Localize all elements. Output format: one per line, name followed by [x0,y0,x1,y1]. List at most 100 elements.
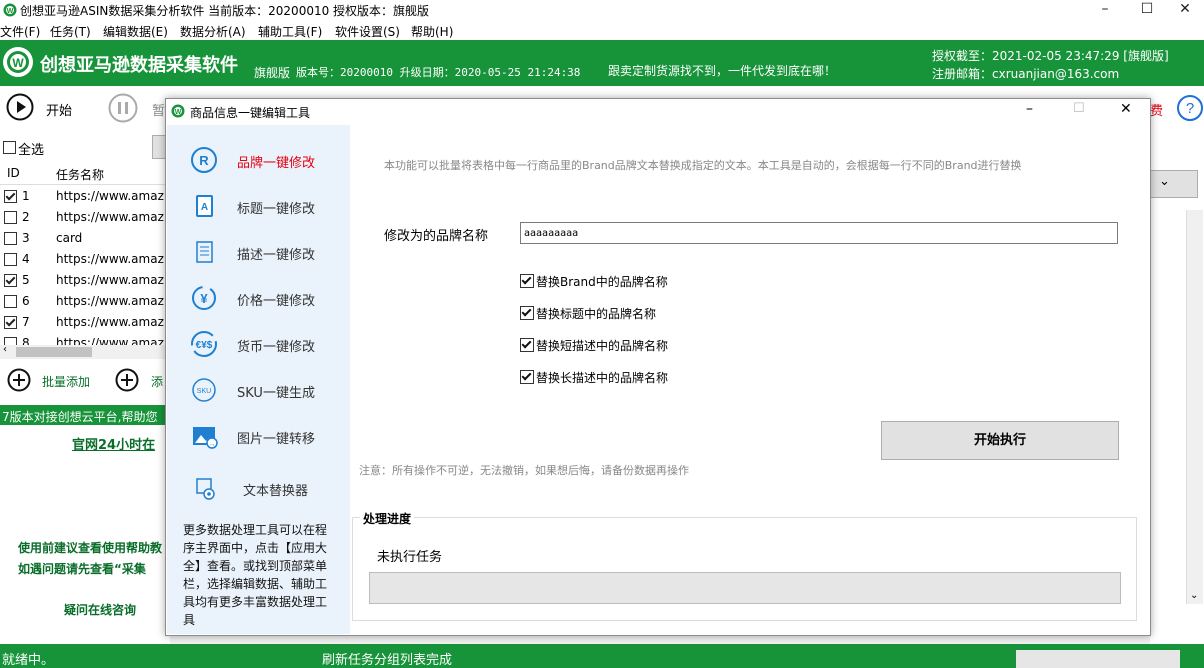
banner-logo-text: 创想亚马逊数据采集软件 [40,55,238,76]
menu-data-analysis[interactable]: 数据分析(A) [180,23,246,40]
dialog-minimize-button[interactable]: – [1026,101,1033,117]
row-id: 5 [22,273,30,287]
table-row[interactable]: 3 card [0,228,165,249]
dialog-close-button[interactable]: ✕ [1120,101,1132,117]
official-site-link[interactable]: 官网24小时在 [72,434,155,453]
horizontal-scrollbar[interactable]: ‹ [0,344,165,359]
sidebar-item-0[interactable]: R 品牌一键修改 [167,141,350,181]
select-all-checkbox[interactable] [3,141,16,154]
start-button[interactable] [6,93,34,121]
table-row[interactable]: 4 https://www.amaz... [0,249,175,270]
menu-file[interactable]: 文件(F) [0,23,40,40]
replace-option-label[interactable]: 替换长描述中的品牌名称 [536,369,668,386]
row-checkbox[interactable] [4,274,17,287]
toolbar-partial-label[interactable]: 费 [1150,100,1163,119]
add-label[interactable]: 添 [151,373,163,390]
status-progress [1016,650,1180,668]
row-task-name: https://www.amaz... [56,294,176,308]
plus-circle-icon [7,368,31,392]
sidebar-item-label: 价格一键修改 [237,294,316,309]
progress-bar [369,572,1121,604]
tool-description: 本功能可以批量将表格中每一行商品里的Brand品牌文本替换成指定的文本。本工具是… [384,159,1022,172]
add-button[interactable] [115,368,139,392]
brand-name-label: 修改为的品牌名称 [384,229,489,244]
select-all-label: 全选 [18,143,45,158]
sidebar-item-label: 品牌一键修改 [237,156,316,171]
menu-edit-data[interactable]: 编辑数据(E) [103,23,168,40]
help-button[interactable]: ? [1176,94,1204,122]
row-id: 2 [22,210,30,224]
execute-button[interactable]: 开始执行 [881,421,1119,460]
start-label[interactable]: 开始 [46,100,72,119]
replace-option-label[interactable]: 替换标题中的品牌名称 [536,305,656,322]
pause-label[interactable]: 暂 [152,100,165,119]
menu-settings[interactable]: 软件设置(S) [335,23,400,40]
scrollbar-thumb[interactable] [16,347,92,357]
scroll-left-icon[interactable]: ‹ [3,344,7,355]
row-checkbox[interactable] [4,295,17,308]
help-tip-1[interactable]: 使用前建议查看使用帮助教 [18,539,162,556]
col-task-name[interactable]: 任务名称 [56,166,104,183]
tool-sidebar: R 品牌一键修改 A 标题一键修改 描述一键修改 ¥ 价格一键修改 €¥$ 货币一键修改 SKU S… [167,125,350,634]
replace-option-checkbox[interactable] [520,370,534,384]
menu-tools[interactable]: 辅助工具(F) [258,23,322,40]
price-yen-icon: ¥ [192,286,216,310]
chevron-down-icon: ⌄ [1159,174,1170,189]
dialog-maximize-button[interactable]: ☐ [1073,101,1085,116]
window-titlebar: W 创想亚马逊ASIN数据采集分析软件 当前版本：20200010 授权版本：旗… [0,0,1204,20]
notice-bar: 7版本对接创想云平台,帮助您 [0,405,168,425]
sidebar-note: 更多数据处理工具可以在程序主界面中，点击【应用大全】查看。或找到顶部菜单栏，选择… [183,523,328,627]
sidebar-item-4[interactable]: €¥$ 货币一键修改 [167,325,350,365]
banner-slogan[interactable]: 跟卖定制货源找不到，一件代发到底在哪！ [608,62,836,79]
row-checkbox[interactable] [4,316,17,329]
table-row[interactable]: 6 https://www.amaz... [0,291,175,312]
batch-add-button[interactable] [7,368,31,392]
brand-r-icon: R [191,147,217,173]
replace-option-label[interactable]: 替换短描述中的品牌名称 [536,337,668,354]
close-button[interactable]: ✕ [1162,0,1204,20]
sidebar-item-5[interactable]: SKU SKU一键生成 [167,371,350,411]
svg-text:A: A [201,202,208,213]
replace-option-checkbox[interactable] [520,338,534,352]
svg-text:R: R [199,153,209,168]
menu-help[interactable]: 帮助(H) [411,23,453,40]
svg-text:W: W [175,109,182,116]
replace-option-checkbox[interactable] [520,306,534,320]
help-tip-2[interactable]: 如遇问题请先查看“采集 [18,560,146,577]
col-id[interactable]: ID [7,166,20,180]
minimize-button[interactable]: – [1082,0,1128,20]
menu-task[interactable]: 任务(T) [50,23,91,40]
svg-text:W: W [7,8,14,15]
task-table-header: ID 任务名称 [0,164,165,185]
pause-button[interactable] [108,93,138,123]
banner-version-info: 版本号：20200010 升级日期：2020-05-25 21:24:38 [296,66,581,79]
brand-name-input[interactable] [520,222,1118,244]
table-row[interactable]: 5 https://www.amaz... [0,270,175,291]
row-checkbox[interactable] [4,190,17,203]
row-checkbox[interactable] [4,211,17,224]
row-checkbox[interactable] [4,232,17,245]
app-logo-icon: W [171,104,185,118]
reg-email: 注册邮箱：cxruanjian@163.com [932,67,1120,81]
group-dropdown[interactable]: ⌄ [1150,170,1198,198]
sidebar-item-7[interactable]: 文本替换器 [167,469,350,509]
online-consult-link[interactable]: 疑问在线咨询 [64,601,136,618]
batch-add-label[interactable]: 批量添加 [42,373,90,390]
table-row[interactable]: 2 https://www.amaz... [0,207,175,228]
table-row[interactable]: 7 https://www.amaz... [0,312,175,333]
right-panel-edge: ⌄ ⌄ [1150,130,1204,644]
table-row[interactable]: 1 https://www.amaz... [0,186,175,207]
status-left: 就绪中。 [2,653,55,668]
sidebar-item-6[interactable]: → 图片一键转移 [167,417,350,457]
replace-option-checkbox[interactable] [520,274,534,288]
vertical-scrollbar[interactable] [1186,210,1203,604]
product-edit-dialog: W 商品信息一键编辑工具 – ☐ ✕ R 品牌一键修改 A 标题一键修改 描述一键修改 ¥… [165,98,1151,636]
sidebar-item-2[interactable]: 描述一键修改 [167,233,350,273]
row-task-name: https://www.amaz... [56,315,176,329]
row-checkbox[interactable] [4,253,17,266]
sku-icon: SKU [192,378,216,402]
sidebar-item-3[interactable]: ¥ 价格一键修改 [167,279,350,319]
scroll-down-icon[interactable]: ⌄ [1190,590,1198,601]
sidebar-item-1[interactable]: A 标题一键修改 [167,187,350,227]
replace-option-label[interactable]: 替换Brand中的品牌名称 [536,273,668,290]
